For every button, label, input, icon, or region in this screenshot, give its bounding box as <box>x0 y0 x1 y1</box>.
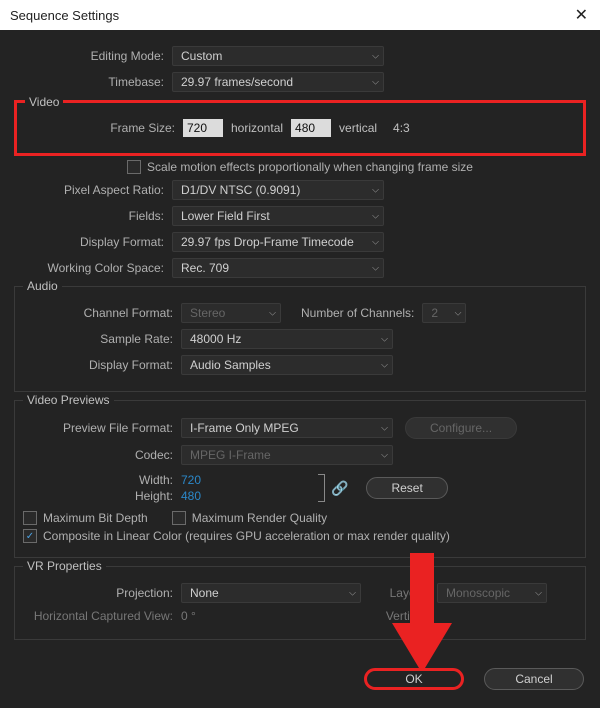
num-channels-value: 2 <box>431 306 438 320</box>
par-dropdown[interactable]: D1/DV NTSC (0.9091) ⌵ <box>172 180 384 200</box>
layout-value: Monoscopic <box>446 586 510 600</box>
composite-linear-label: Composite in Linear Color (requires GPU … <box>43 529 450 543</box>
cancel-button[interactable]: Cancel <box>484 668 584 690</box>
par-value: D1/DV NTSC (0.9091) <box>181 183 300 197</box>
preview-height-label: Height: <box>23 489 181 503</box>
chevron-down-icon: ⌵ <box>372 51 379 62</box>
video-legend: Video <box>25 95 63 109</box>
video-group-highlight: Video Frame Size: 720 horizontal 480 ver… <box>14 100 586 156</box>
video-display-format-label: Display Format: <box>14 235 172 249</box>
aspect-text: 4:3 <box>393 121 410 135</box>
timebase-dropdown[interactable]: 29.97 frames/second ⌵ <box>172 72 384 92</box>
projection-value: None <box>190 586 219 600</box>
max-render-quality-checkbox[interactable] <box>172 511 186 525</box>
window-title: Sequence Settings <box>10 8 119 23</box>
max-bit-depth-label: Maximum Bit Depth <box>43 511 148 525</box>
chevron-down-icon: ⌵ <box>372 263 379 274</box>
channel-format-value: Stereo <box>190 306 225 320</box>
max-bit-depth-checkbox[interactable] <box>23 511 37 525</box>
frame-size-label: Frame Size: <box>25 121 183 135</box>
reset-button[interactable]: Reset <box>366 477 447 499</box>
chevron-down-icon: ⌵ <box>372 211 379 222</box>
projection-dropdown[interactable]: None ⌵ <box>181 583 361 603</box>
video-display-format-value: 29.97 fps Drop-Frame Timecode <box>181 235 354 249</box>
sample-rate-value: 48000 Hz <box>190 332 241 346</box>
layout-dropdown: Monoscopic ⌵ <box>437 583 547 603</box>
pff-label: Preview File Format: <box>23 421 181 435</box>
chevron-down-icon: ⌵ <box>455 308 462 319</box>
fields-label: Fields: <box>14 209 172 223</box>
editing-mode-value: Custom <box>181 49 222 63</box>
audio-legend: Audio <box>23 279 62 293</box>
close-icon[interactable]: ✕ <box>571 5 592 25</box>
scale-effects-label: Scale motion effects proportionally when… <box>147 160 473 174</box>
vr-legend: VR Properties <box>23 559 106 573</box>
par-label: Pixel Aspect Ratio: <box>14 183 172 197</box>
fields-dropdown[interactable]: Lower Field First ⌵ <box>172 206 384 226</box>
pff-dropdown[interactable]: I-Frame Only MPEG ⌵ <box>181 418 393 438</box>
chevron-down-icon: ⌵ <box>535 588 542 599</box>
num-channels-dropdown: 2 ⌵ <box>422 303 466 323</box>
audio-display-format-value: Audio Samples <box>190 358 271 372</box>
ok-button[interactable]: OK <box>364 668 464 690</box>
editing-mode-dropdown[interactable]: Custom ⌵ <box>172 46 384 66</box>
video-display-format-dropdown[interactable]: 29.97 fps Drop-Frame Timecode ⌵ <box>172 232 384 252</box>
wcs-dropdown[interactable]: Rec. 709 ⌵ <box>172 258 384 278</box>
layout-label: Layout: <box>389 586 429 600</box>
timebase-value: 29.97 frames/second <box>181 75 293 89</box>
chevron-down-icon: ⌵ <box>381 334 388 345</box>
previews-legend: Video Previews <box>23 393 114 407</box>
preview-height-value[interactable]: 480 <box>181 489 201 503</box>
chevron-down-icon: ⌵ <box>372 237 379 248</box>
chevron-down-icon: ⌵ <box>381 450 388 461</box>
codec-dropdown: MPEG I-Frame ⌵ <box>181 445 393 465</box>
chevron-down-icon: ⌵ <box>372 185 379 196</box>
pff-value: I-Frame Only MPEG <box>190 421 299 435</box>
preview-width-value[interactable]: 720 <box>181 473 201 487</box>
audio-display-format-label: Display Format: <box>23 358 181 372</box>
bracket-icon <box>319 474 325 502</box>
hcv-label: Horizontal Captured View: <box>23 609 181 623</box>
sample-rate-label: Sample Rate: <box>23 332 181 346</box>
hcv-value: 0 ° <box>181 609 196 623</box>
codec-label: Codec: <box>23 448 181 462</box>
editing-mode-label: Editing Mode: <box>14 49 172 63</box>
channel-format-dropdown: Stereo ⌵ <box>181 303 281 323</box>
vr-vertical-label: Vertical: <box>386 609 429 623</box>
codec-value: MPEG I-Frame <box>190 448 271 462</box>
frame-width-input[interactable]: 720 <box>183 119 223 137</box>
sample-rate-dropdown[interactable]: 48000 Hz ⌵ <box>181 329 393 349</box>
chevron-down-icon: ⌵ <box>372 77 379 88</box>
scale-effects-checkbox[interactable] <box>127 160 141 174</box>
composite-linear-checkbox[interactable] <box>23 529 37 543</box>
wcs-value: Rec. 709 <box>181 261 229 275</box>
chevron-down-icon: ⌵ <box>269 308 276 319</box>
chevron-down-icon: ⌵ <box>381 423 388 434</box>
video-previews-group: Video Previews Preview File Format: I-Fr… <box>14 400 586 558</box>
horizontal-text: horizontal <box>231 121 283 135</box>
num-channels-label: Number of Channels: <box>301 306 414 320</box>
wcs-label: Working Color Space: <box>14 261 172 275</box>
channel-format-label: Channel Format: <box>23 306 181 320</box>
vr-group: VR Properties Projection: None ⌵ Layout:… <box>14 566 586 640</box>
audio-display-format-dropdown[interactable]: Audio Samples ⌵ <box>181 355 393 375</box>
projection-label: Projection: <box>23 586 181 600</box>
chevron-down-icon: ⌵ <box>381 360 388 371</box>
configure-button: Configure... <box>405 417 517 439</box>
audio-group: Audio Channel Format: Stereo ⌵ Number of… <box>14 286 586 392</box>
preview-width-label: Width: <box>23 473 181 487</box>
timebase-label: Timebase: <box>14 75 172 89</box>
chevron-down-icon: ⌵ <box>349 588 356 599</box>
fields-value: Lower Field First <box>181 209 270 223</box>
frame-height-input[interactable]: 480 <box>291 119 331 137</box>
vertical-text: vertical <box>339 121 377 135</box>
link-icon[interactable]: 🔗 <box>331 480 348 497</box>
max-render-quality-label: Maximum Render Quality <box>192 511 327 525</box>
